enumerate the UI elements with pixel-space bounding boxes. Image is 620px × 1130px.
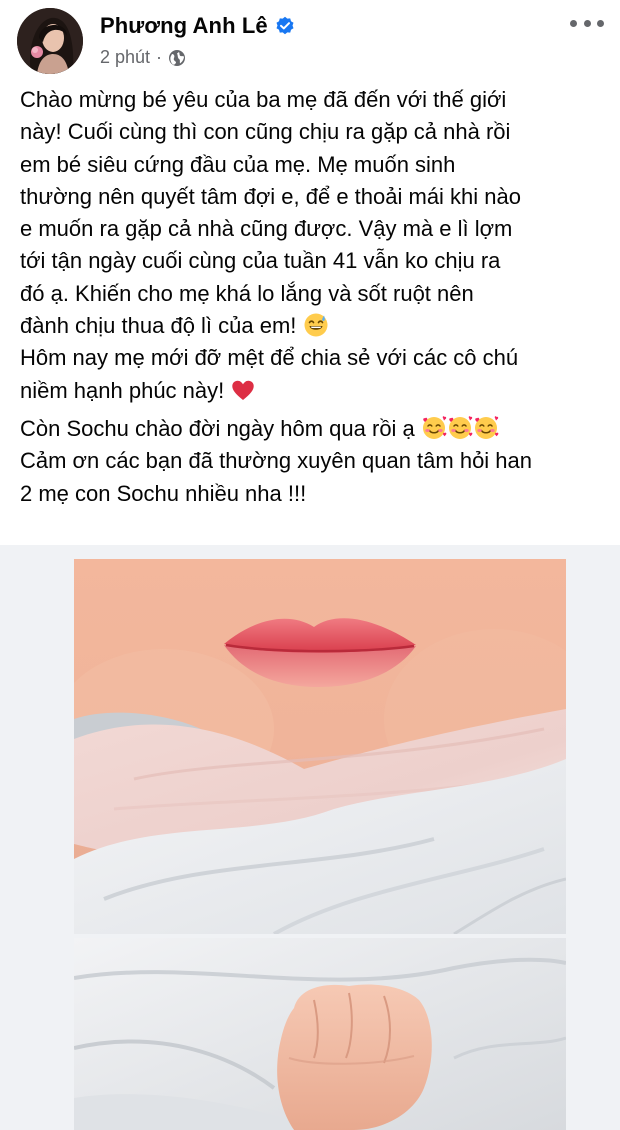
smiling-face-with-hearts-emoji-icon [448, 416, 473, 439]
post-timestamp[interactable]: 2 phút [100, 47, 150, 68]
more-dot [570, 19, 577, 27]
post-text-segment: niềm hạnh phúc này! [20, 377, 231, 403]
post-text-line-with-emoji: niềm hạnh phúc này! [20, 375, 610, 407]
post-text-line: 2 mẹ con Sochu nhiều nha !!! [20, 480, 307, 506]
author-name-row: Phương Anh Lê [100, 10, 295, 42]
post-text-line: em bé siêu cứng đầu của mẹ. Mẹ muốn sinh [20, 151, 456, 177]
sweat-smile-emoji-icon [304, 313, 328, 337]
red-heart-emoji-icon [232, 380, 255, 400]
post-text-line: Hôm nay mẹ mới đỡ mệt để chia sẻ với các… [20, 345, 519, 371]
post-text-line-with-emoji: Còn Sochu chào đời ngày hôm qua rồi ạ [20, 413, 610, 445]
meta-separator: · [156, 47, 163, 67]
baby-lips-photo[interactable] [74, 559, 566, 934]
post-text-line-with-emoji: đành chịu thua độ lì của em! [20, 310, 610, 342]
post-meta: 2 phút · [100, 47, 186, 68]
author-avatar[interactable] [17, 8, 83, 74]
post-text-line: tới tận ngày cuối cùng của tuần 41 vẫn k… [20, 248, 501, 274]
baby-hand-photo[interactable] [74, 938, 566, 1130]
facebook-post: Phương Anh Lê 2 phút · Chào mừng bé yêu … [0, 0, 620, 1130]
smiling-face-with-hearts-emoji-icon [474, 416, 499, 439]
post-text-segment: Còn Sochu chào đời ngày hôm qua rồi ạ [20, 415, 421, 441]
post-text-line: thường nên quyết tâm đợi e, để e thoải m… [20, 183, 521, 209]
post-header: Phương Anh Lê 2 phút · [0, 0, 620, 80]
post-text-line: đó ạ. Khiến cho mẹ khá lo lắng và sốt ru… [20, 280, 474, 306]
more-options-icon[interactable] [570, 12, 604, 34]
more-dot [597, 19, 604, 27]
post-text-line: Chào mừng bé yêu của ba mẹ đã đến với th… [20, 87, 507, 112]
verified-badge-icon [276, 16, 294, 35]
post-text-segment: đành chịu thua độ lì của em! [20, 313, 303, 339]
globe-icon[interactable] [168, 49, 186, 67]
post-media [0, 545, 620, 1130]
smiling-face-with-hearts-emoji-icon [422, 416, 447, 439]
post-text-line: Cảm ơn các bạn đã thường xuyên quan tâm … [20, 448, 533, 474]
more-dot [583, 19, 591, 27]
post-text-line: này! Cuối cùng thì con cũng chịu ra gặp … [20, 119, 511, 145]
author-name[interactable]: Phương Anh Lê [100, 13, 268, 39]
post-text-line: e muốn ra gặp cả nhà cũng được. Vậy mà e… [20, 216, 513, 242]
post-text: Chào mừng bé yêu của ba mẹ đã đến với th… [20, 84, 610, 510]
